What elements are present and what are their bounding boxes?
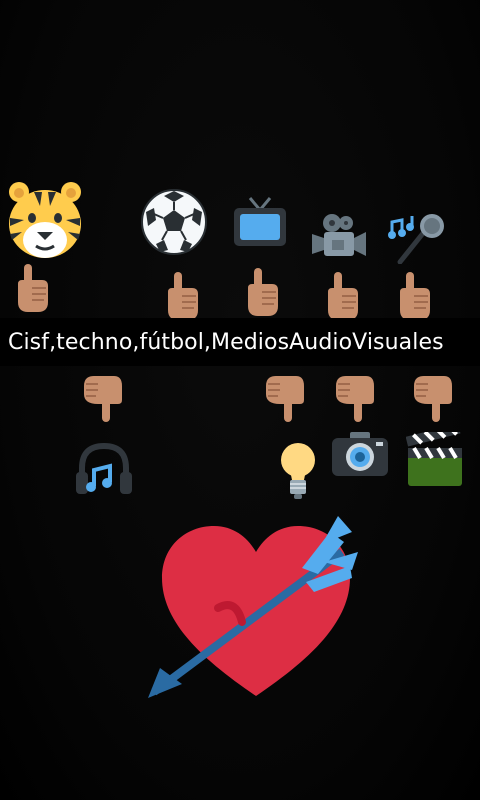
pointing-down-hand-icon (336, 376, 374, 422)
tiger-face-icon (9, 182, 81, 258)
pointing-down-hand-icon (266, 376, 304, 422)
headphones-icon (76, 442, 132, 494)
pointing-up-hand-icon (168, 272, 198, 320)
microphone-music-icon (388, 214, 444, 264)
pointing-down-hand-icon (84, 376, 122, 422)
camera-icon (332, 432, 388, 476)
heart-with-arrow-icon (148, 516, 358, 698)
pointing-up-hand-icon (18, 264, 48, 312)
soccer-ball-icon (141, 189, 207, 255)
movie-camera-icon (312, 214, 366, 256)
pointing-up-hand-icon (400, 272, 430, 320)
caption-text: Cisf,techno,fútbol,MediosAudioVisuales (8, 329, 444, 355)
pointing-up-hand-icon (328, 272, 358, 320)
caption-bar: Cisf,techno,fútbol,MediosAudioVisuales (0, 318, 480, 366)
television-icon (234, 197, 286, 246)
pointing-down-hand-icon (414, 376, 452, 422)
light-bulb-icon (281, 443, 315, 499)
pointing-up-hand-icon (248, 268, 278, 316)
clapper-board-icon (406, 432, 462, 486)
